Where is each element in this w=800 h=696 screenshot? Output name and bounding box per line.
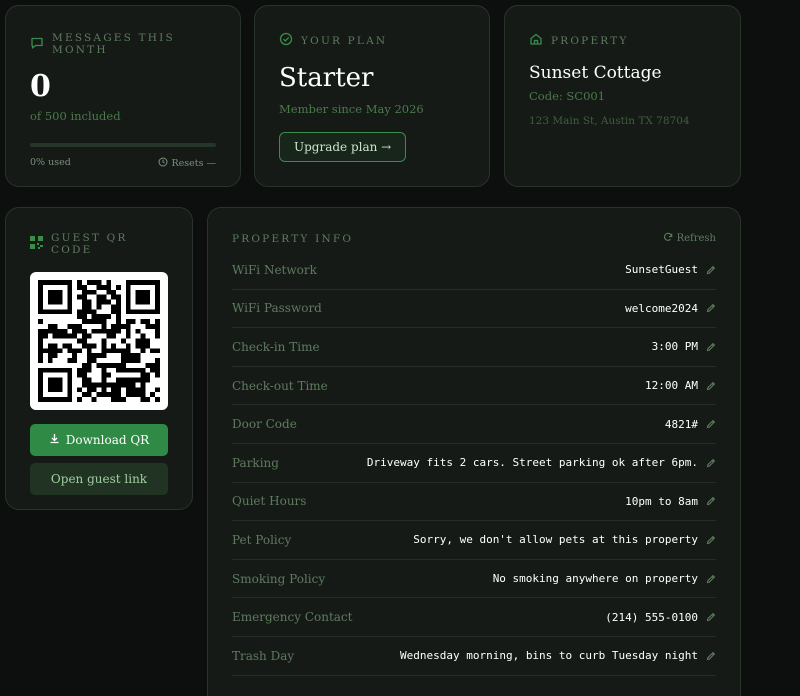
info-row-label: Door Code xyxy=(232,417,297,432)
info-row-value-text: 3:00 PM xyxy=(651,340,698,354)
edit-pencil-icon[interactable] xyxy=(706,535,716,545)
info-row: Check-in Time 3:00 PM xyxy=(232,328,716,367)
info-row-value: Sorry, we don't allow pets at this prope… xyxy=(413,533,716,546)
messages-used-text: 0% used xyxy=(30,157,71,168)
download-icon xyxy=(49,433,60,447)
property-info-card: PROPERTY INFO Refresh WiFi Network Sunset… xyxy=(207,207,741,696)
info-row-label: WiFi Password xyxy=(232,301,322,316)
info-row-value: 12:00 AM xyxy=(645,379,716,392)
messages-count: 0 xyxy=(30,69,51,104)
property-info-header: PROPERTY INFO Refresh xyxy=(232,232,716,245)
messages-included: of 500 included xyxy=(30,109,121,123)
info-row-value: (214) 555-0100 xyxy=(605,611,716,624)
info-row: Check-out Time 12:00 AM xyxy=(232,367,716,406)
info-row-label: Check-out Time xyxy=(232,378,328,393)
info-row: Quiet Hours 10pm to 8am xyxy=(232,483,716,522)
refresh-label: Refresh xyxy=(676,233,716,244)
property-heading: PROPERTY xyxy=(551,34,629,47)
info-row-value: Wednesday morning, bins to curb Tuesday … xyxy=(400,649,716,662)
edit-pencil-icon[interactable] xyxy=(706,612,716,622)
info-row-value-text: (214) 555-0100 xyxy=(605,610,698,624)
info-row: Trash Day Wednesday morning, bins to curb… xyxy=(232,637,716,676)
info-row-label: Check-in Time xyxy=(232,339,320,354)
info-row-value-text: 12:00 AM xyxy=(645,379,698,393)
plan-card-header: YOUR PLAN xyxy=(279,32,465,49)
info-row-label: Smoking Policy xyxy=(232,571,326,586)
guest-qr-code xyxy=(30,272,168,410)
info-row-value: SunsetGuest xyxy=(625,263,716,276)
check-circle-icon xyxy=(279,32,293,49)
info-row-value: Driveway fits 2 cars. Street parking ok … xyxy=(367,456,716,469)
info-row-label: WiFi Network xyxy=(232,262,317,277)
property-card: PROPERTY Sunset Cottage Code: SC001 123 … xyxy=(504,5,741,187)
info-row-value-text: 4821# xyxy=(664,417,698,431)
info-row: Parking Driveway fits 2 cars. Street park… xyxy=(232,444,716,483)
info-row-value-text: Sorry, we don't allow pets at this prope… xyxy=(413,533,698,547)
home-icon xyxy=(529,32,543,49)
member-since: Member since May 2026 xyxy=(279,102,424,117)
property-card-header: PROPERTY xyxy=(529,32,716,49)
edit-pencil-icon[interactable] xyxy=(706,458,716,468)
info-row-value-text: SunsetGuest xyxy=(625,263,698,277)
info-row-value-text: 10pm to 8am xyxy=(625,494,698,508)
info-row-label: Pet Policy xyxy=(232,532,292,547)
info-row-label: Quiet Hours xyxy=(232,494,307,509)
info-row: WiFi Password welcome2024 xyxy=(232,290,716,329)
upgrade-plan-button[interactable]: Upgrade plan → xyxy=(279,132,407,163)
messages-progress-bar xyxy=(30,143,216,147)
messages-resets-text: Resets — xyxy=(171,158,217,169)
edit-pencil-icon[interactable] xyxy=(706,342,716,352)
info-row-value: 4821# xyxy=(665,418,716,431)
info-row: Smoking Policy No smoking anywhere on pro… xyxy=(232,560,716,599)
info-row-value: welcome2024 xyxy=(625,302,716,315)
edit-pencil-icon[interactable] xyxy=(706,651,716,661)
edit-pencil-icon[interactable] xyxy=(706,496,716,506)
plan-heading: YOUR PLAN xyxy=(301,34,388,47)
info-row-value: 10pm to 8am xyxy=(625,495,716,508)
info-row-label: Trash Day xyxy=(232,648,295,663)
messages-card-header: MESSAGES THIS MONTH xyxy=(30,32,216,56)
info-row-value-text: No smoking anywhere on property xyxy=(492,572,698,586)
property-address: 123 Main St, Austin TX 78704 xyxy=(529,115,690,127)
open-guest-link-button[interactable]: Open guest link xyxy=(30,463,168,495)
info-row-value-text: welcome2024 xyxy=(625,301,698,315)
info-row-value: No smoking anywhere on property xyxy=(493,572,716,585)
messages-card: MESSAGES THIS MONTH 0 of 500 included 0%… xyxy=(5,5,241,187)
chat-bubble-icon xyxy=(30,36,44,53)
info-row: Emergency Contact (214) 555-0100 xyxy=(232,598,716,637)
property-info-list: WiFi Network SunsetGuest WiFi Password welc… xyxy=(232,251,716,676)
edit-pencil-icon[interactable] xyxy=(706,381,716,391)
edit-pencil-icon[interactable] xyxy=(706,419,716,429)
qr-card-header: GUEST QR CODE xyxy=(30,232,168,256)
property-info-heading: PROPERTY INFO xyxy=(232,232,354,245)
plan-name: Starter xyxy=(279,63,374,93)
property-name: Sunset Cottage xyxy=(529,63,662,83)
messages-heading: MESSAGES THIS MONTH xyxy=(52,32,175,56)
refresh-icon xyxy=(663,232,673,245)
info-row: Pet Policy Sorry, we don't allow pets at … xyxy=(232,521,716,560)
info-row-label: Emergency Contact xyxy=(232,610,353,625)
info-row-label: Parking xyxy=(232,455,279,470)
clock-icon xyxy=(158,157,168,170)
refresh-button[interactable]: Refresh xyxy=(663,232,716,245)
info-row: Door Code 4821# xyxy=(232,405,716,444)
plan-card: YOUR PLAN Starter Member since May 2026 … xyxy=(254,5,490,187)
edit-pencil-icon[interactable] xyxy=(706,265,716,275)
info-row-value-text: Driveway fits 2 cars. Street parking ok … xyxy=(366,456,698,470)
info-row-value: 3:00 PM xyxy=(652,340,716,353)
qr-card: GUEST QR CODE Download QR Open guest lin… xyxy=(5,207,193,510)
qr-code-icon xyxy=(30,236,43,252)
edit-pencil-icon[interactable] xyxy=(706,303,716,313)
edit-pencil-icon[interactable] xyxy=(706,574,716,584)
qr-heading: GUEST QR CODE xyxy=(51,232,128,256)
info-row: WiFi Network SunsetGuest xyxy=(232,251,716,290)
download-qr-button[interactable]: Download QR xyxy=(30,424,168,456)
download-qr-label: Download QR xyxy=(65,433,150,447)
property-code: Code: SC001 xyxy=(529,89,606,103)
info-row-value-text: Wednesday morning, bins to curb Tuesday … xyxy=(399,649,698,663)
